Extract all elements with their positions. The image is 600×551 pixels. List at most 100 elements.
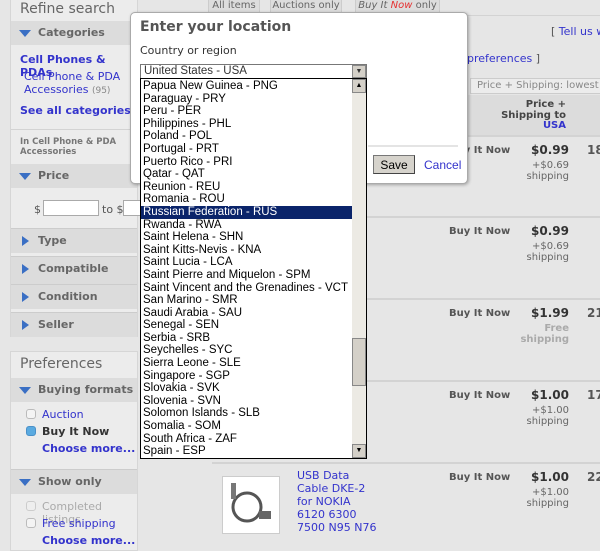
country-option[interactable]: South Africa - ZAF [141,433,352,446]
tell-us-text: Tell us wh [558,25,600,38]
choose-more-show-link[interactable]: Choose more... [42,534,135,547]
completed-listings-checkbox[interactable] [26,501,36,511]
price: $0.99 [531,224,569,238]
cancel-link[interactable]: Cancel [424,158,461,172]
country-option[interactable]: Saint Kitts-Nevis - KNA [141,244,352,257]
listing-price: $0.99 +$0.69 shipping [499,224,570,263]
country-option[interactable]: Puerto Rico - PRI [141,156,352,169]
country-option[interactable]: Sierra Leone - SLE [141,357,352,370]
label: Categories [38,26,105,39]
listing-extra: 22 [587,470,600,484]
scrollbar-thumb[interactable] [352,338,366,386]
label: Price [38,169,70,182]
listing-title-link[interactable]: USB Data Cable DKE-2 for NOKIA 6120 6300… [297,469,377,534]
product-thumbnail[interactable] [222,476,280,534]
country-option[interactable]: Singapore - SGP [141,370,352,383]
listing-extra: 18 [587,143,600,157]
country-option[interactable]: Paraguay - PRY [141,93,352,106]
triangle-down-icon [19,479,31,486]
scroll-up-icon[interactable]: ▲ [352,79,366,93]
tab-text: Buy It [358,0,388,11]
price-header[interactable]: Price [11,164,137,188]
country-option[interactable]: Romania - ROU [141,193,352,206]
country-options-list[interactable]: Papua New Guinea - PNG Paraguay - PRY Peru… [140,78,367,459]
triangle-down-icon [19,387,31,394]
see-all-categories-link[interactable]: See all categories [20,104,131,117]
label: Seller [38,318,74,331]
refine-search-title: Refine search [20,1,115,17]
country-option[interactable]: Peru - PER [141,105,352,118]
categories-header[interactable]: Categories [11,21,137,45]
country-option[interactable]: Reunion - REU [141,181,352,194]
country-option[interactable]: Philippines - PHL [141,118,352,131]
country-select[interactable]: United States - USA ▼ [140,64,367,79]
buy-it-now-checkbox[interactable] [26,426,36,436]
price: $1.00 [531,388,569,402]
ship: +$0.69 [531,241,569,252]
triangle-right-icon [22,320,29,330]
divider [467,15,600,16]
country-option[interactable]: Saint Helena - SHN [141,231,352,244]
country-option[interactable]: Saudi Arabia - SAU [141,307,352,320]
country-option[interactable]: Rwanda - RWA [141,219,352,232]
category-count: (95) [91,86,111,96]
label: Buying formats [38,383,134,396]
buying-formats-header[interactable]: Buying formats [11,378,137,402]
show-only-header[interactable]: Show only [11,469,137,494]
in-category-label: In Cell Phone & PDA Accessories [11,129,137,157]
auction-link[interactable]: Auction [42,408,84,421]
shipping-cost: +$0.69 shipping [499,241,570,263]
country-option[interactable]: Slovenia - SVN [141,395,352,408]
dropdown-arrow-icon[interactable]: ▼ [352,65,366,78]
price-from-label: $ [34,203,41,216]
label: Condition [38,290,98,303]
listing-price: $1.00 +$1.00 shipping [499,388,570,427]
listing-row: USB Data Cable DKE-2 for NOKIA 6120 6300… [212,462,600,544]
country-option[interactable]: San Marino - SMR [141,294,352,307]
price-shipping-header: Price + Shipping to USA [486,99,566,132]
feedback-link[interactable]: [ Tell us wh [551,25,600,38]
price: $1.00 [531,470,569,484]
country-option[interactable]: Seychelles - SYC [141,344,352,357]
free-shipping-link[interactable]: Free shipping [42,517,116,530]
listing-price: $1.00 +$1.00 shipping [499,470,570,509]
ship-label: shipping [526,252,570,263]
free-shipping-checkbox[interactable] [26,518,36,528]
ship-label: shipping [520,334,569,345]
country-option[interactable]: Saint Lucia - LCA [141,256,352,269]
country-option[interactable]: Solomon Islands - SLB [141,407,352,420]
shipping-cost: +$1.00 shipping [499,487,570,509]
country-option[interactable]: Poland - POL [141,130,352,143]
country-option[interactable]: Russian Federation - RUS [141,205,352,219]
country-option[interactable]: Senegal - SEN [141,319,352,332]
divider [368,145,458,147]
ship: +$1.00 [531,487,569,498]
facet-seller[interactable]: Seller [11,312,137,337]
ship-label: shipping [526,171,570,182]
country-option[interactable]: Spain - ESP [141,445,352,458]
country-option[interactable]: Somalia - SOM [141,420,352,433]
price-min-input[interactable] [43,200,99,216]
ship-label: shipping [526,416,570,427]
country-option[interactable]: Papua New Guinea - PNG [141,80,352,93]
choose-more-formats-link[interactable]: Choose more... [42,442,135,455]
price-to-label: to $ [102,203,124,216]
facet-condition[interactable]: Condition [11,284,137,309]
country-option[interactable]: Saint Vincent and the Grenadines - VCT [141,282,352,295]
ship: +$1.00 [531,405,569,416]
sort-select[interactable]: Price + Shipping: lowest first [470,78,600,94]
save-button[interactable]: Save [373,155,415,174]
country-option[interactable]: Serbia - SRB [141,332,352,345]
preferences-link[interactable]: preferences [467,52,532,65]
country-option[interactable]: Portugal - PRT [141,143,352,156]
country-option[interactable]: Qatar - QAT [141,168,352,181]
country-option[interactable]: Saint Pierre and Miquelon - SPM [141,269,352,282]
scroll-down-icon[interactable]: ▼ [352,444,366,458]
label: Price + Shipping to [501,99,566,121]
country-option[interactable]: Slovakia - SVK [141,382,352,395]
triangle-right-icon [22,292,29,302]
scrollbar[interactable]: ▲ ▼ [352,79,366,458]
facet-type[interactable]: Type [11,228,137,253]
ship-country-link[interactable]: USA [543,120,566,131]
auction-checkbox[interactable] [26,409,36,419]
